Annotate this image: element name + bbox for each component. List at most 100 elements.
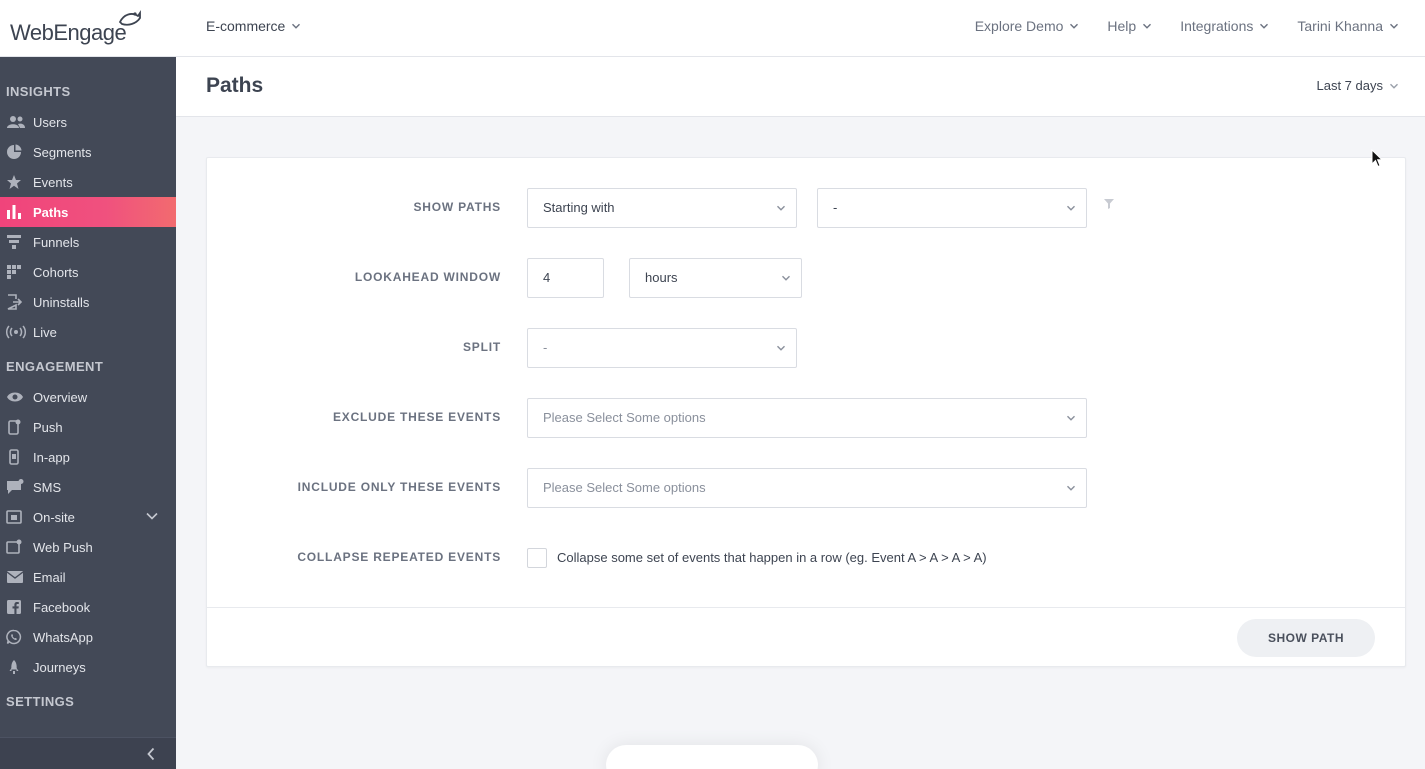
chevron-down-icon — [292, 23, 301, 29]
sidebar-item-label: Web Push — [33, 539, 93, 555]
sidebar-item-label: Users — [33, 114, 67, 130]
lookahead-value-input[interactable]: 4 — [527, 258, 604, 298]
paths-config-card: SHOW PATHS Starting with - LOOKAHEAD WIN… — [206, 157, 1406, 667]
filter-icon[interactable] — [1103, 198, 1115, 210]
page-title: Paths — [206, 74, 264, 97]
section-title-insights: INSIGHTS — [6, 84, 71, 99]
path-event-select[interactable]: - — [817, 188, 1087, 228]
sidebar-item-journeys[interactable]: Journeys — [0, 652, 176, 682]
nav-label: Explore Demo — [974, 18, 1064, 34]
sidebar-item-funnels[interactable]: Funnels — [0, 227, 176, 257]
page-header: Paths Last 7 days — [176, 57, 1425, 117]
exclude-events-label: EXCLUDE THESE EVENTS — [332, 410, 501, 424]
split-value: - — [543, 340, 548, 355]
webengage-logo[interactable]: WebEngage — [10, 8, 141, 45]
users-icon — [6, 114, 26, 130]
sidebar-collapse-bar[interactable] — [0, 737, 176, 769]
collapse-events-description: Collapse some set of events that happen … — [557, 550, 987, 565]
top-bar: WebEngage E-commerce Explore Demo Help I… — [0, 0, 1425, 57]
exclude-events-row: EXCLUDE THESE EVENTS Please Select Some … — [207, 398, 1407, 438]
chevron-down-icon — [777, 205, 785, 211]
split-label: SPLIT — [462, 340, 501, 354]
pie-icon — [6, 144, 26, 160]
phone-icon — [6, 419, 26, 435]
include-events-row: INCLUDE ONLY THESE EVENTS Please Select … — [207, 468, 1407, 508]
sidebar-item-label: Live — [33, 324, 57, 340]
nav-help[interactable]: Help — [1107, 18, 1152, 34]
sidebar-item-events[interactable]: Events — [0, 167, 176, 197]
chevron-down-icon — [782, 275, 790, 281]
chevron-down-icon — [1067, 205, 1075, 211]
mail-icon — [6, 569, 26, 585]
nav-label: Help — [1107, 18, 1137, 34]
chevron-down-icon — [1067, 415, 1075, 421]
sidebar-item-web-push[interactable]: Web Push — [0, 532, 176, 562]
show-path-button[interactable]: SHOW PATH — [1237, 619, 1375, 657]
sidebar-item-label: Funnels — [33, 234, 80, 250]
funnel-icon — [6, 234, 26, 250]
chevron-down-icon — [777, 345, 785, 351]
sidebar-item-segments[interactable]: Segments — [0, 137, 176, 167]
eye-icon — [6, 389, 26, 405]
top-navigation: Explore Demo Help Integrations Tarini Kh… — [947, 18, 1399, 34]
show-paths-row: SHOW PATHS Starting with - — [207, 188, 1407, 228]
sidebar: INSIGHTS Users Segments Events Paths Fun… — [0, 57, 176, 769]
exit-icon — [6, 294, 26, 310]
sidebar-item-whatsapp[interactable]: WhatsApp — [0, 622, 176, 652]
date-range-selector[interactable]: Last 7 days — [1317, 78, 1400, 93]
project-name: E-commerce — [206, 18, 286, 34]
chevron-down-icon — [1390, 83, 1398, 89]
sidebar-item-paths[interactable]: Paths — [0, 197, 176, 227]
chevron-down-icon — [1143, 23, 1152, 29]
lookahead-label: LOOKAHEAD WINDOW — [354, 270, 501, 284]
include-events-placeholder: Please Select Some options — [543, 480, 706, 495]
split-row: SPLIT - — [207, 328, 1407, 368]
sidebar-item-live[interactable]: Live — [0, 317, 176, 347]
project-selector[interactable]: E-commerce — [206, 18, 301, 34]
nav-label: Tarini Khanna — [1297, 18, 1383, 34]
broadcast-icon — [6, 324, 26, 340]
sidebar-item-label: Journeys — [33, 659, 86, 675]
sidebar-item-label: WhatsApp — [33, 629, 93, 645]
nav-explore-demo[interactable]: Explore Demo — [975, 18, 1080, 34]
collapse-events-label: COLLAPSE REPEATED EVENTS — [297, 550, 501, 564]
sidebar-item-label: On-site — [33, 509, 75, 525]
sidebar-item-on-site[interactable]: On-site — [0, 502, 176, 532]
bar-chart-icon — [6, 204, 26, 220]
chevron-down-icon — [1260, 23, 1269, 29]
section-title-settings: SETTINGS — [6, 694, 75, 709]
sidebar-item-sms[interactable]: SMS — [0, 472, 176, 502]
nav-label: Integrations — [1180, 18, 1254, 34]
sidebar-item-uninstalls[interactable]: Uninstalls — [0, 287, 176, 317]
lookahead-row: LOOKAHEAD WINDOW 4 hours — [207, 258, 1407, 298]
facebook-icon — [6, 599, 26, 615]
exclude-events-select[interactable]: Please Select Some options — [527, 398, 1087, 438]
nav-integrations[interactable]: Integrations — [1180, 18, 1269, 34]
chat-icon — [6, 479, 26, 495]
sidebar-item-push[interactable]: Push — [0, 412, 176, 442]
nav-user-menu[interactable]: Tarini Khanna — [1297, 18, 1399, 34]
collapse-events-checkbox[interactable] — [527, 548, 547, 568]
path-mode-select[interactable]: Starting with — [527, 188, 797, 228]
section-title-engagement: ENGAGEMENT — [6, 359, 104, 374]
logo-text: WebEngage — [10, 20, 127, 45]
chevron-left-icon[interactable] — [146, 747, 156, 761]
sidebar-item-label: Push — [33, 419, 63, 435]
sidebar-item-cohorts[interactable]: Cohorts — [0, 257, 176, 287]
whatsapp-icon — [6, 629, 26, 645]
include-events-select[interactable]: Please Select Some options — [527, 468, 1087, 508]
lookahead-unit-select[interactable]: hours — [629, 258, 802, 298]
window-icon — [6, 509, 26, 525]
sidebar-item-email[interactable]: Email — [0, 562, 176, 592]
mobile-icon — [6, 449, 26, 465]
lookahead-unit-value: hours — [645, 270, 678, 285]
split-select[interactable]: - — [527, 328, 797, 368]
sidebar-item-users[interactable]: Users — [0, 107, 176, 137]
sidebar-item-facebook[interactable]: Facebook — [0, 592, 176, 622]
sidebar-item-label: Email — [33, 569, 66, 585]
chevron-down-icon[interactable] — [146, 511, 158, 521]
sidebar-item-overview[interactable]: Overview — [0, 382, 176, 412]
sidebar-item-label: Paths — [33, 204, 69, 220]
path-event-value: - — [833, 200, 838, 215]
sidebar-item-in-app[interactable]: In-app — [0, 442, 176, 472]
